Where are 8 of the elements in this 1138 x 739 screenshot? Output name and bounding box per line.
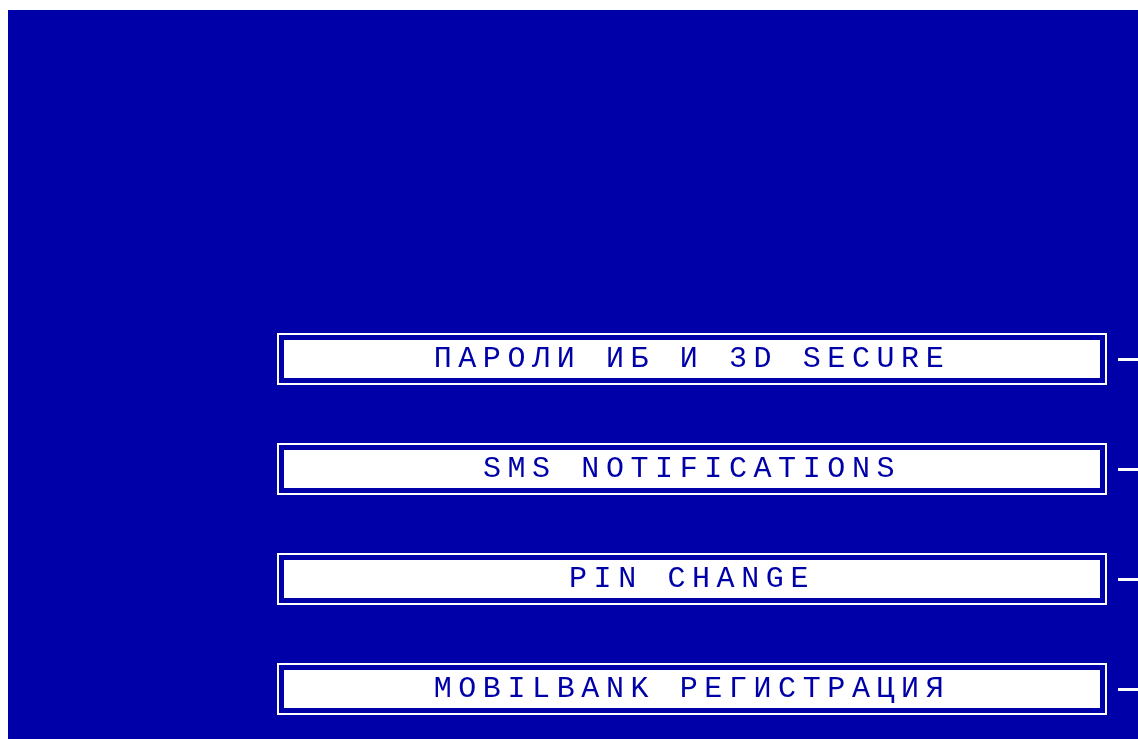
screen-key-marker xyxy=(1118,687,1138,691)
screen-key-marker xyxy=(1118,467,1138,471)
menu-button[interactable]: ПАРОЛИ ИБ И 3D SECURE xyxy=(277,333,1107,385)
menu-button[interactable]: SMS NOTIFICATIONS xyxy=(277,443,1107,495)
screen-key-marker xyxy=(1118,577,1138,581)
menu-button[interactable]: PIN CHANGE xyxy=(277,553,1107,605)
menu-button[interactable]: MOBILBANK РЕГИСТРАЦИЯ xyxy=(277,663,1107,715)
screen-key-marker xyxy=(1118,357,1138,361)
